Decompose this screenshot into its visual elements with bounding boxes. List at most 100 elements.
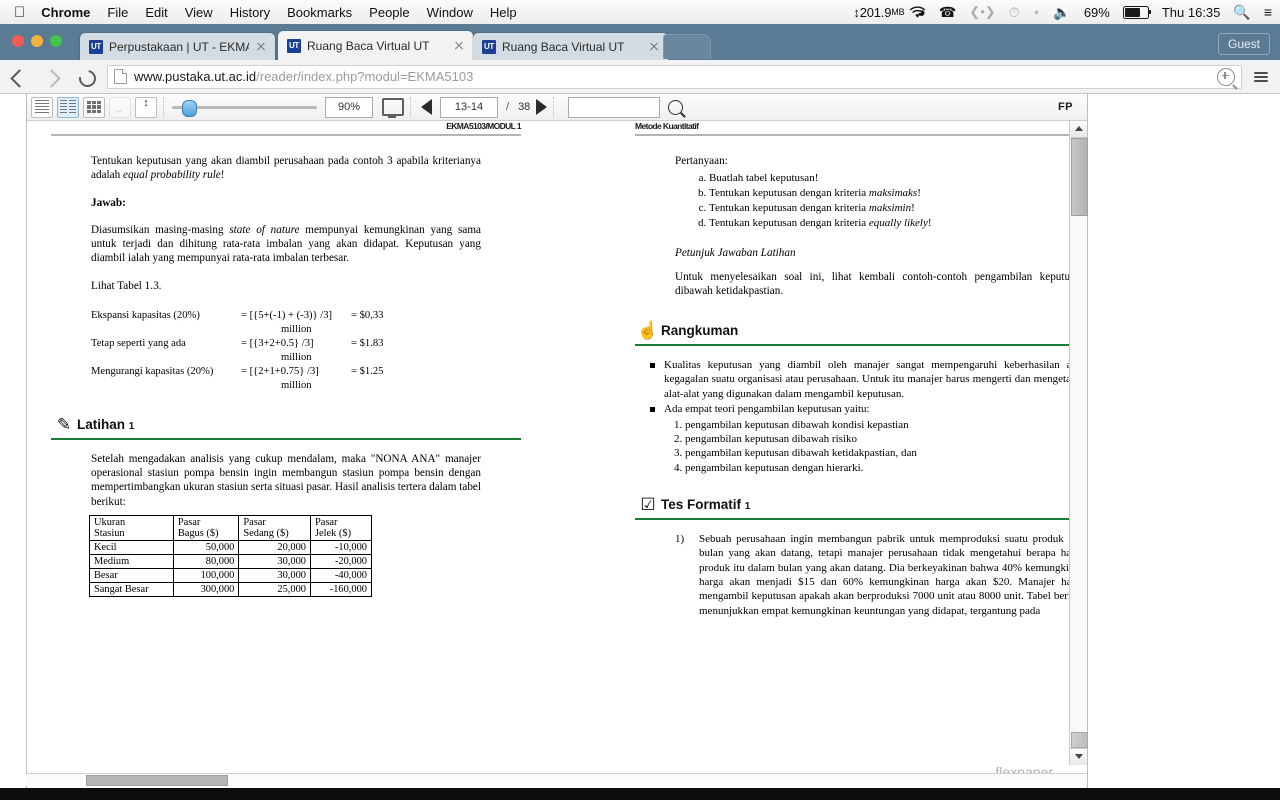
battery-percent: 69%	[1083, 4, 1110, 20]
page-number-input[interactable]: 13-14	[440, 96, 498, 118]
calculation-row: Mengurangi kapasitas (20%) = [{2+1+0.75}…	[91, 365, 511, 392]
menu-item-chrome[interactable]: Chrome	[41, 5, 90, 20]
rangkuman-title: Rangkuman	[661, 323, 739, 339]
minimize-window-button[interactable]	[31, 35, 43, 47]
search-icon[interactable]	[668, 99, 684, 115]
table-cell: 100,000	[172, 567, 240, 583]
scrollbar-thumb-secondary[interactable]	[1071, 732, 1088, 748]
window-controls[interactable]	[12, 35, 62, 47]
volume-icon[interactable]: 🔈	[1053, 4, 1070, 21]
next-page-button[interactable]	[536, 99, 548, 115]
scrollbar-thumb[interactable]	[86, 775, 228, 786]
forward-button[interactable]	[38, 63, 66, 91]
table-cell: -10,000	[309, 539, 373, 555]
notification-center-icon[interactable]: ≡	[1264, 4, 1272, 20]
header-rule	[51, 134, 521, 136]
scroll-up-button[interactable]	[1070, 121, 1087, 138]
menu-item-view[interactable]: View	[185, 5, 213, 20]
table-cell: Besar	[89, 567, 174, 583]
zoom-level-value[interactable]: 90%	[325, 96, 373, 118]
calc-expression: = [{5+(-1) + (-3)} /3] million	[241, 310, 333, 335]
tes-formatif-rule	[635, 518, 1069, 520]
page-horizontal-scrollbar[interactable]	[26, 773, 1087, 786]
single-page-view-button[interactable]	[31, 96, 53, 118]
fit-height-button[interactable]: ↕	[135, 96, 157, 118]
zoom-indicator-icon[interactable]	[1217, 67, 1235, 86]
tab-favicon: UT	[482, 39, 496, 54]
clock-icon[interactable]: ⏱	[1009, 4, 1020, 21]
rangkuman-sub-list: pengambilan keputusan dibawah kondisi ke…	[664, 418, 1069, 476]
table-cell: 30,000	[238, 553, 311, 569]
calc-label: Ekspansi kapasitas (20%)	[91, 310, 200, 322]
close-tab-icon[interactable]	[253, 39, 269, 55]
menu-item-file[interactable]: File	[107, 5, 128, 20]
fit-width-button[interactable]: ↔	[109, 96, 131, 118]
document-vertical-scrollbar[interactable]	[1069, 121, 1088, 765]
tes-formatif-title: Tes Formatif 1	[661, 497, 751, 513]
browser-toolbar: www.pustaka.ut.ac.id/reader/index.php?mo…	[0, 60, 1280, 94]
code-icon[interactable]: ❮•❯	[969, 4, 995, 20]
menu-item-history[interactable]: History	[230, 5, 270, 20]
close-tab-icon[interactable]	[646, 39, 662, 55]
tes-formatif-heading: ☑ Tes Formatif 1	[635, 496, 1069, 513]
browser-tab-1[interactable]: UT Perpustakaan | UT - EKMA	[80, 33, 275, 60]
maximize-window-button[interactable]	[50, 35, 62, 47]
previous-page-button[interactable]	[421, 99, 432, 115]
menu-item-window[interactable]: Window	[427, 5, 473, 20]
document-page-right: Metode Kuantitatif Pertanyaan: Buatlah t…	[635, 121, 1069, 618]
battery-icon[interactable]	[1122, 5, 1152, 19]
paragraph-italic: equal probability rule	[123, 169, 221, 182]
menu-item-bookmarks[interactable]: Bookmarks	[287, 5, 352, 20]
back-button[interactable]	[5, 63, 33, 91]
chrome-menu-button[interactable]	[1248, 64, 1274, 90]
address-bar-url: www.pustaka.ut.ac.id/reader/index.php?mo…	[134, 69, 473, 84]
scroll-down-button[interactable]	[1070, 748, 1087, 765]
question-body: Sebuah perusahaan ingin membangun pabrik…	[699, 532, 1069, 617]
macos-dock[interactable]	[0, 788, 1280, 800]
page-info-icon[interactable]	[114, 69, 127, 84]
paragraph-question: Tentukan keputusan yang akan diambil per…	[91, 154, 481, 183]
profile-button[interactable]: Guest	[1217, 33, 1270, 55]
apple-menu-icon[interactable]: 	[14, 5, 25, 20]
phone-icon[interactable]: ☎	[939, 4, 956, 21]
latihan-heading: ✎ Latihan 1	[51, 416, 521, 433]
memory-status[interactable]: ↕ 201.9 MB	[853, 5, 904, 20]
fullscreen-button[interactable]	[382, 98, 404, 118]
latihan-number: 1	[128, 421, 135, 433]
reload-button[interactable]	[71, 63, 100, 91]
header-rule	[635, 134, 1069, 136]
flexpaper-viewer: ↔ ↕ 90% 13-14 / 38 FP EKMA5103/MODUL 1 T…	[26, 94, 1088, 793]
question-list: Buatlah tabel keputusan! Tentukan keputu…	[675, 171, 1069, 230]
clock-datetime[interactable]: Thu 16:35	[1162, 5, 1221, 20]
bluetooth-icon[interactable]: ᛭	[1033, 5, 1041, 20]
rangkuman-list: Kualitas keputusan yang diambil oleh man…	[647, 358, 1069, 475]
calc-label: Tetap seperti yang ada	[91, 338, 186, 350]
address-bar[interactable]: www.pustaka.ut.ac.id/reader/index.php?mo…	[107, 64, 1242, 89]
close-window-button[interactable]	[12, 35, 24, 47]
toolbar-divider	[553, 97, 555, 117]
table-cell: -160,000	[309, 581, 373, 597]
tab-title: Ruang Baca Virtual UT	[502, 39, 625, 54]
spotlight-search-icon[interactable]: 🔍	[1233, 4, 1250, 21]
menu-item-help[interactable]: Help	[490, 5, 517, 20]
table-cell: -40,000	[309, 567, 373, 583]
table-cell: 30,000	[238, 567, 311, 583]
calc-unit: million	[281, 379, 312, 391]
jawab-label: Jawab:	[91, 196, 126, 209]
paragraph-italic: state of nature	[229, 223, 300, 236]
scrollbar-thumb[interactable]	[1071, 138, 1088, 216]
menu-item-people[interactable]: People	[369, 5, 409, 20]
dual-page-view-button[interactable]	[57, 96, 79, 118]
menu-item-edit[interactable]: Edit	[145, 5, 167, 20]
new-tab-button[interactable]	[663, 34, 711, 59]
document-stage[interactable]: EKMA5103/MODUL 1 Tentukan keputusan yang…	[27, 121, 1069, 765]
browser-tab-3[interactable]: UT Ruang Baca Virtual UT	[473, 33, 668, 60]
paragraph-text-end: !	[220, 169, 225, 182]
wifi-icon[interactable]: ◕	[909, 4, 926, 20]
close-tab-icon[interactable]	[451, 38, 467, 54]
zoom-slider[interactable]	[172, 97, 317, 117]
search-input[interactable]	[568, 96, 661, 118]
table-header-cell: Pasar Jelek ($)	[309, 514, 373, 541]
browser-tab-2[interactable]: UT Ruang Baca Virtual UT	[278, 31, 473, 60]
thumbnail-grid-view-button[interactable]	[83, 96, 105, 118]
